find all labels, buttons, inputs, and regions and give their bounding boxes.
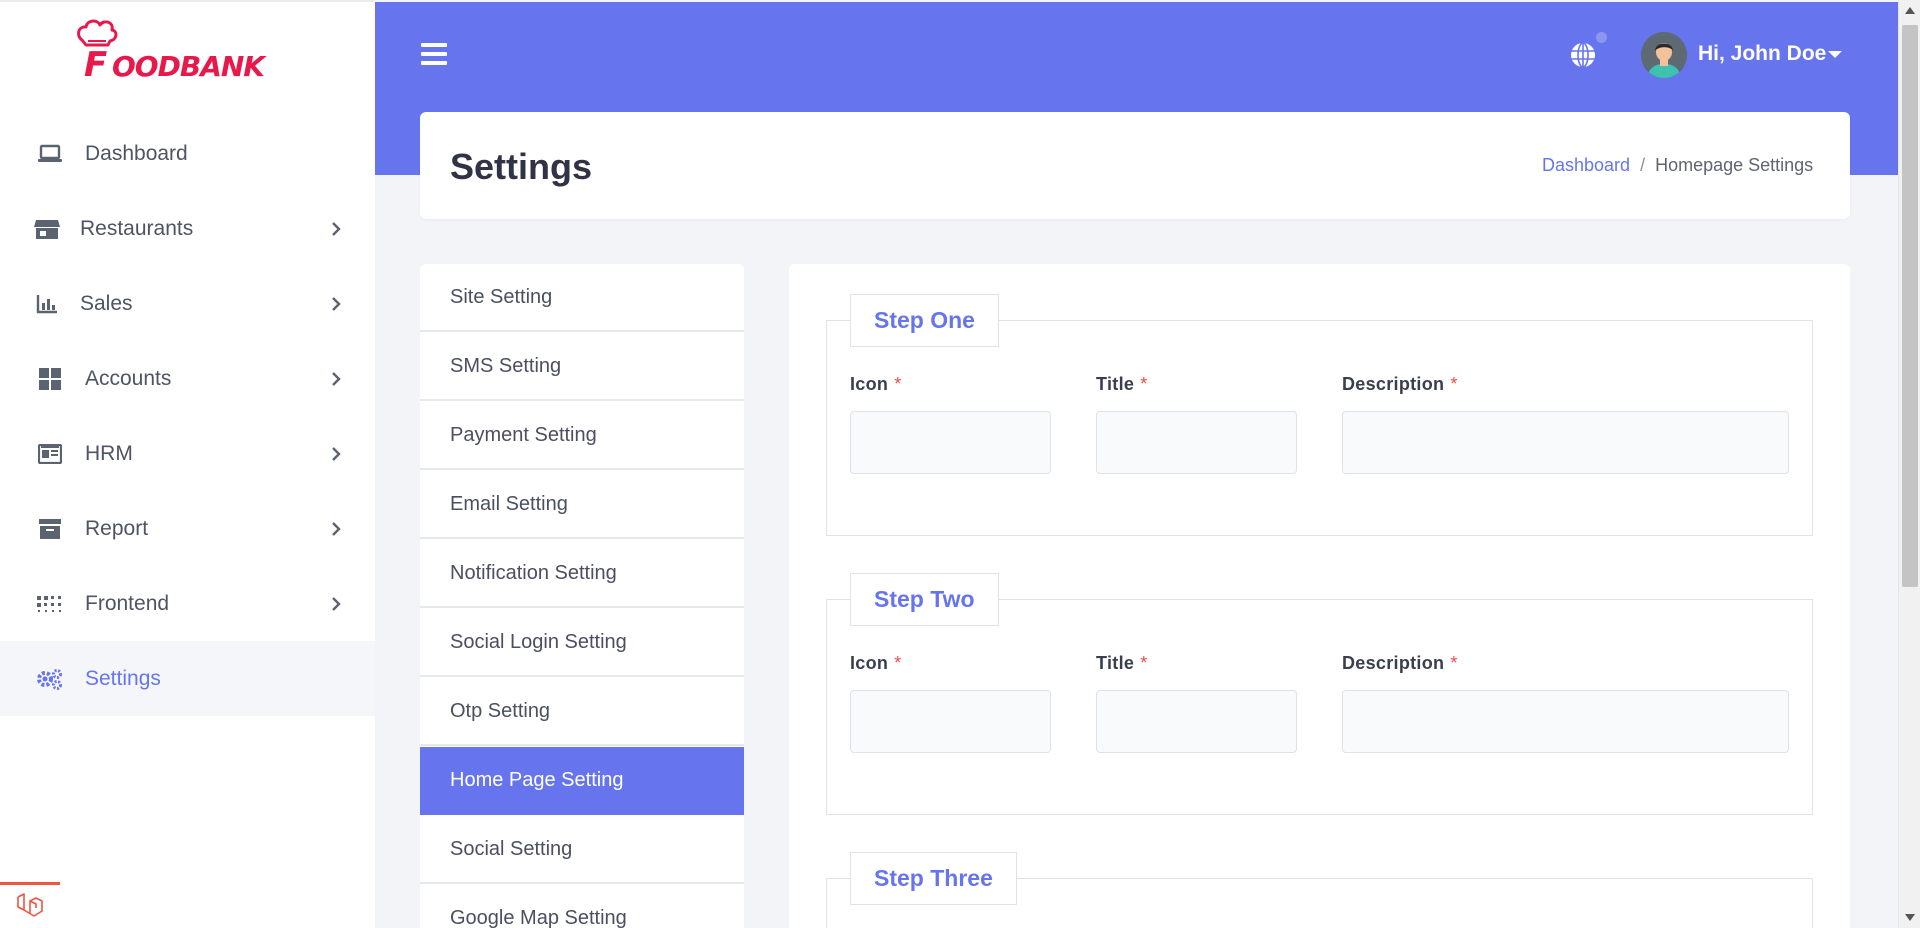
breadcrumb-separator: / (1640, 155, 1646, 175)
sidebar-item-dashboard[interactable]: Dashboard (0, 116, 375, 191)
step-two-legend: Step Two (850, 573, 999, 626)
step-two-icon-label: Icon * (850, 653, 902, 673)
step-one-icon-label: Icon * (850, 374, 902, 394)
settings-menu-otp[interactable]: Otp Setting (420, 678, 744, 746)
dots-grid-icon (36, 590, 64, 618)
breadcrumb-dashboard-link[interactable]: Dashboard (1542, 155, 1630, 175)
sidebar-item-label: Sales (80, 291, 133, 315)
sidebar-item-settings[interactable]: Settings (0, 641, 375, 716)
menu-icon[interactable] (421, 43, 447, 65)
chevron-right-icon (332, 446, 341, 461)
settings-menu-google-map[interactable]: Google Map Setting (420, 885, 744, 928)
sidebar: F OODBANK Dashboard Restaurants Sales Ac… (0, 0, 375, 928)
sidebar-item-label: Settings (85, 666, 161, 690)
step-two-description-label: Description * (1342, 653, 1458, 673)
settings-menu: Site Setting SMS Setting Payment Setting… (420, 264, 744, 928)
settings-menu-social-login[interactable]: Social Login Setting (420, 609, 744, 677)
scroll-down-arrow-icon[interactable] (1905, 914, 1915, 921)
chevron-right-icon (332, 521, 341, 536)
user-menu-toggle[interactable]: Hi, John Doe (1698, 42, 1826, 66)
chevron-right-icon (332, 296, 341, 311)
bar-chart-icon (33, 290, 61, 318)
page-scrollbar[interactable] (1898, 0, 1920, 928)
chevron-right-icon (332, 371, 341, 386)
foodbank-logo[interactable]: F OODBANK (72, 14, 292, 86)
archive-icon (36, 515, 64, 543)
svg-text:OODBANK: OODBANK (112, 50, 267, 83)
step-two-description-input[interactable] (1342, 690, 1789, 753)
sidebar-item-label: HRM (85, 441, 133, 465)
sidebar-item-hrm[interactable]: HRM (0, 416, 375, 491)
laravel-debugbar-icon[interactable] (0, 882, 60, 928)
laptop-icon (36, 140, 64, 168)
breadcrumb-current: Homepage Settings (1655, 155, 1814, 175)
gears-icon (36, 665, 64, 693)
settings-menu-sms[interactable]: SMS Setting (420, 333, 744, 401)
logo-text: F (84, 45, 107, 85)
step-three-legend: Step Three (850, 852, 1017, 905)
sidebar-item-restaurants[interactable]: Restaurants (0, 191, 375, 266)
scrollbar-thumb[interactable] (1902, 25, 1918, 587)
settings-menu-home-page[interactable]: Home Page Setting (420, 747, 744, 815)
step-one-title-input[interactable] (1096, 411, 1297, 474)
avatar[interactable] (1641, 32, 1687, 78)
step-two-title-input[interactable] (1096, 690, 1297, 753)
sidebar-item-label: Frontend (85, 591, 170, 615)
page-title: Settings (450, 146, 593, 187)
settings-menu-notification[interactable]: Notification Setting (420, 540, 744, 608)
settings-menu-social[interactable]: Social Setting (420, 816, 744, 884)
settings-menu-payment[interactable]: Payment Setting (420, 402, 744, 470)
step-one-legend: Step One (850, 294, 999, 347)
sidebar-item-label: Report (85, 516, 149, 540)
chevron-right-icon (332, 221, 341, 236)
sidebar-item-frontend[interactable]: Frontend (0, 566, 375, 641)
step-one-description-label: Description * (1342, 374, 1458, 394)
id-card-icon (36, 440, 64, 468)
sidebar-item-accounts[interactable]: Accounts (0, 341, 375, 416)
notification-dot (1596, 32, 1607, 43)
settings-menu-email[interactable]: Email Setting (420, 471, 744, 539)
step-one-icon-input[interactable] (850, 411, 1051, 474)
step-one-description-input[interactable] (1342, 411, 1789, 474)
grid-icon (36, 365, 64, 393)
settings-menu-site[interactable]: Site Setting (420, 264, 744, 332)
scroll-up-arrow-icon[interactable] (1905, 7, 1915, 14)
sidebar-item-report[interactable]: Report (0, 491, 375, 566)
caret-down-icon[interactable] (1828, 51, 1842, 58)
breadcrumb: Dashboard / Homepage Settings (1542, 155, 1813, 176)
step-two-title-label: Title * (1096, 653, 1148, 673)
step-one-title-label: Title * (1096, 374, 1148, 394)
sidebar-item-label: Accounts (85, 366, 172, 390)
sidebar-item-sales[interactable]: Sales (0, 266, 375, 341)
store-icon (33, 215, 61, 243)
sidebar-item-label: Restaurants (80, 216, 194, 240)
step-two-icon-input[interactable] (850, 690, 1051, 753)
sidebar-item-label: Dashboard (85, 141, 188, 165)
sidebar-top-line (0, 0, 375, 2)
chevron-right-icon (332, 596, 341, 611)
globe-icon[interactable] (1568, 40, 1598, 70)
